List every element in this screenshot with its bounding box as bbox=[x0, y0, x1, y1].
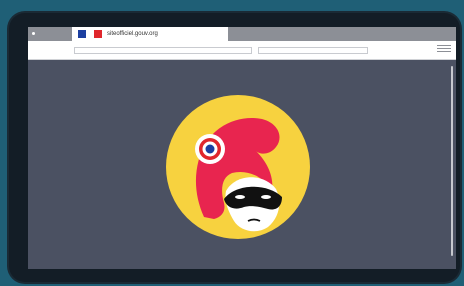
masked-marianne-logo bbox=[166, 95, 310, 239]
search-input[interactable] bbox=[258, 47, 368, 54]
page-content bbox=[28, 60, 456, 269]
flag-blue-icon bbox=[78, 30, 86, 38]
flag-red-icon bbox=[94, 30, 102, 38]
mask-eye-right bbox=[261, 195, 271, 199]
mask-eye-left bbox=[235, 195, 245, 199]
address-bar[interactable] bbox=[74, 47, 252, 54]
window-dot bbox=[32, 32, 35, 35]
browser-window: siteofficiel.gouv.org bbox=[28, 27, 456, 269]
tab-title: siteofficiel.gouv.org bbox=[107, 31, 158, 37]
browser-toolbar bbox=[28, 41, 456, 60]
menu-icon[interactable] bbox=[437, 45, 451, 55]
browser-tab[interactable]: siteofficiel.gouv.org bbox=[72, 27, 228, 41]
cockade-blue bbox=[205, 144, 215, 154]
scrollbar[interactable] bbox=[451, 66, 453, 256]
tab-bar: siteofficiel.gouv.org bbox=[28, 27, 456, 41]
